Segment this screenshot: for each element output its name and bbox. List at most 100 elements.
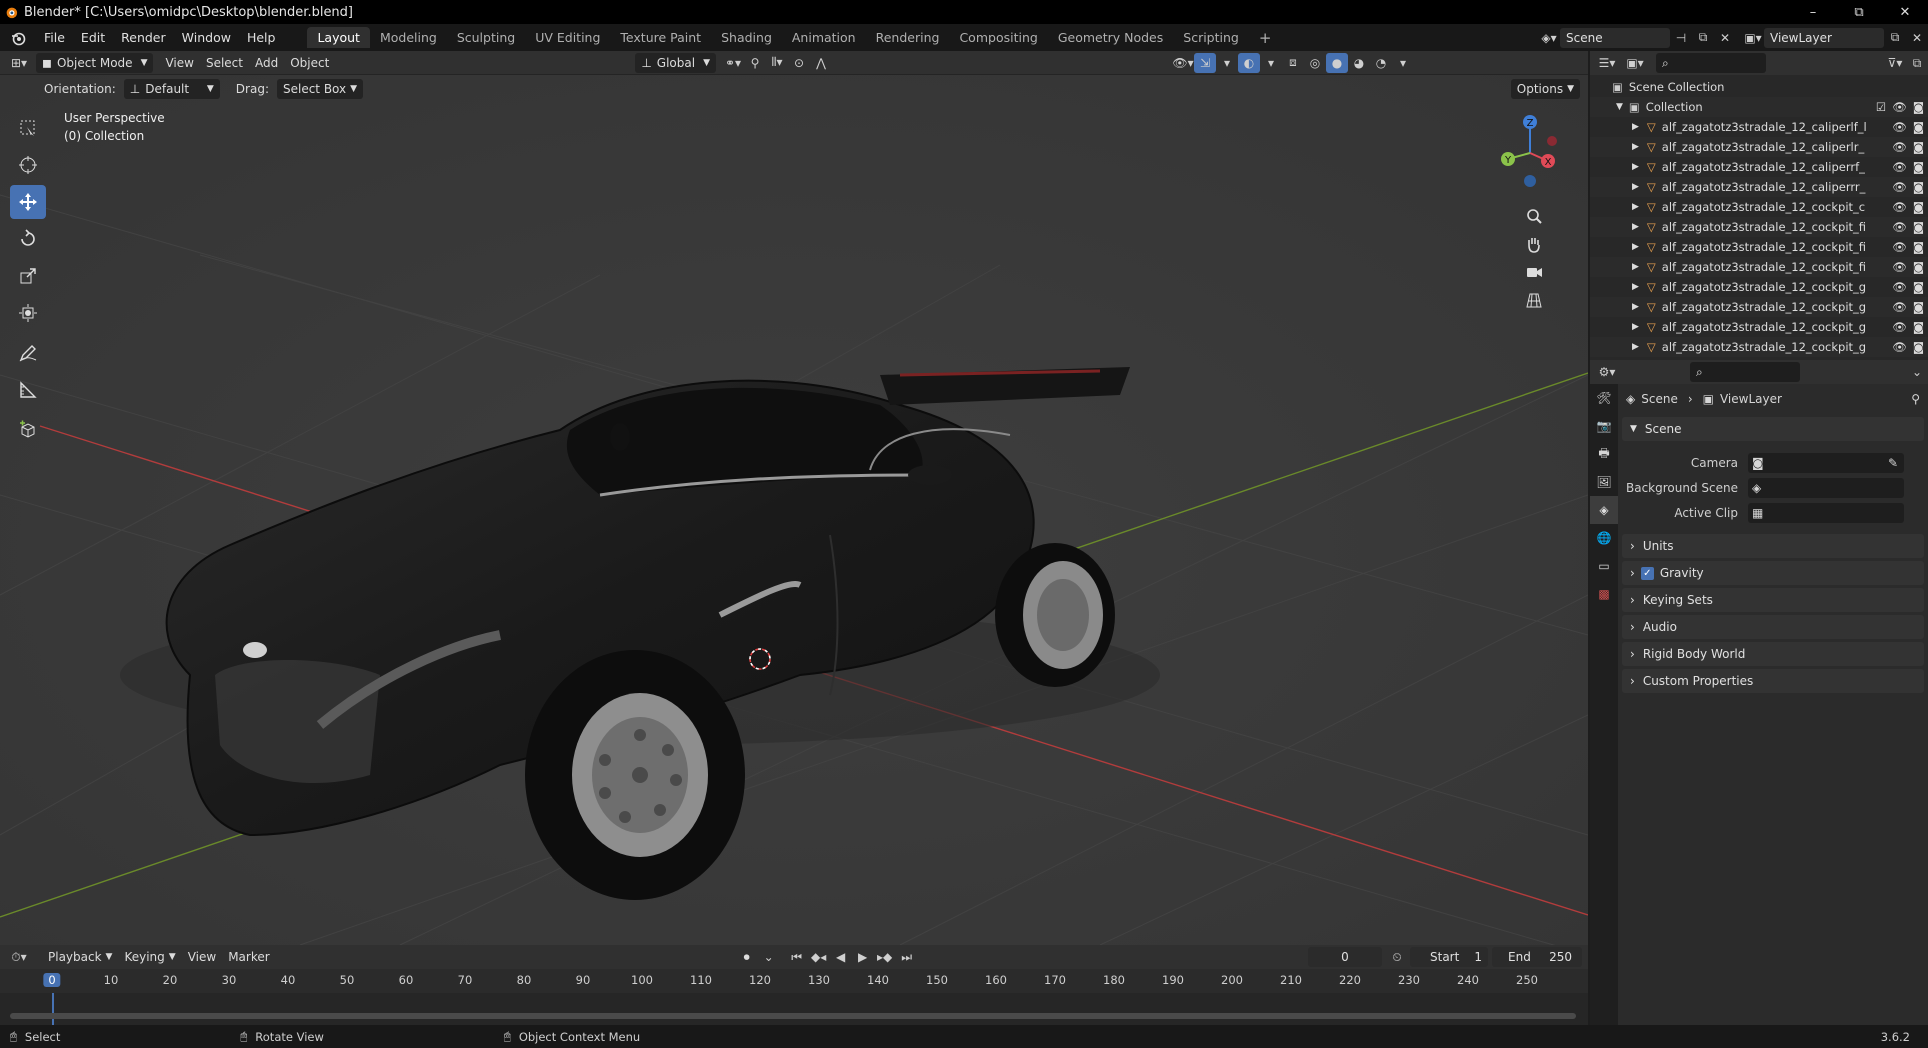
marker-menu[interactable]: Marker (222, 947, 275, 967)
record-icon[interactable]: ⏺ (736, 947, 758, 967)
shading-dropdown-icon[interactable]: ▾ (1392, 53, 1414, 73)
camera-render-icon[interactable]: ◙ (1913, 340, 1924, 354)
view-layer-field[interactable]: ViewLayer (1764, 27, 1884, 48)
rotate-tool[interactable] (10, 222, 46, 256)
gizmo-toggle-icon[interactable]: ⇲ (1193, 52, 1216, 73)
drag-dropdown[interactable]: Select Box ▼ (276, 79, 364, 99)
tab-animation[interactable]: Animation (782, 27, 866, 48)
camera-render-icon[interactable]: ◙ (1913, 280, 1924, 294)
blender-menu-icon[interactable] (10, 30, 26, 46)
menu-file[interactable]: File (36, 30, 73, 45)
scene-collection-row[interactable]: ▣ Scene Collection (1590, 77, 1928, 97)
tab-tool[interactable]: 🛠 (1590, 384, 1618, 412)
outliner-search-input[interactable]: ⌕ (1656, 53, 1766, 73)
orientation-dropdown[interactable]: ⊥ Default ▼ (123, 79, 220, 99)
annotate-tool[interactable] (10, 336, 46, 370)
transform-orientation-dropdown[interactable]: ⊥ Global ▼ (635, 52, 716, 73)
chevron-right-icon[interactable]: ▶ (1632, 282, 1639, 292)
start-frame-field[interactable]: Start 1 (1410, 947, 1488, 967)
snap-icon[interactable]: ⚲ (744, 53, 766, 73)
eye-icon[interactable]: 👁 (1892, 140, 1907, 154)
tab-texture-paint[interactable]: Texture Paint (610, 27, 711, 48)
camera-field[interactable]: ◙ ✎ (1748, 452, 1904, 473)
camera-render-icon[interactable]: ◙ (1913, 100, 1924, 114)
eye-icon[interactable]: 👁 (1892, 180, 1907, 194)
pan-tool[interactable] (1520, 230, 1548, 258)
eye-icon[interactable]: 👁 (1892, 260, 1907, 274)
chevron-right-icon[interactable]: ▶ (1632, 302, 1639, 312)
chevron-right-icon[interactable]: ▶ (1632, 322, 1639, 332)
outliner-object-row[interactable]: ▶ ▽ alf_zagatotz3stradale_12_cockpit_g 👁 ◙ (1590, 277, 1928, 297)
eye-icon[interactable]: 👁 (1892, 300, 1907, 314)
gravity-panel-header[interactable]: › ✓ Gravity (1622, 561, 1924, 585)
chevron-right-icon[interactable]: ▶ (1632, 162, 1639, 172)
gizmo-dropdown-icon[interactable]: ▾ (1216, 53, 1238, 73)
menu-edit[interactable]: Edit (73, 30, 113, 45)
chevron-right-icon[interactable]: ▶ (1632, 182, 1639, 192)
tab-texture[interactable]: ▩ (1590, 580, 1618, 608)
outliner-object-row[interactable]: ▶ ▽ alf_zagatotz3stradale_12_caliperlf_l 👁 ◙ (1590, 117, 1928, 137)
chevron-right-icon[interactable]: ▶ (1632, 202, 1639, 212)
falloff-icon[interactable]: ⋀ (810, 53, 832, 73)
menu-help[interactable]: Help (239, 30, 284, 45)
new-collection-icon[interactable]: ⧉ (1906, 53, 1928, 73)
eyedropper-icon[interactable]: ✎ (1888, 456, 1898, 470)
eye-icon[interactable]: 👁 (1892, 220, 1907, 234)
overlay-toggle-icon[interactable]: ◐ (1237, 52, 1260, 73)
eye-icon[interactable]: 👁 (1892, 280, 1907, 294)
background-scene-field[interactable]: ◈ (1748, 477, 1904, 498)
chevron-right-icon[interactable]: ▶ (1632, 342, 1639, 352)
menu-object[interactable]: Object (284, 53, 335, 73)
outliner-object-row[interactable]: ▶ ▽ alf_zagatotz3stradale_12_cockpit_g 👁 ◙ (1590, 297, 1928, 317)
scene-field[interactable]: Scene (1560, 27, 1670, 48)
tab-scene[interactable]: ◈ (1590, 496, 1618, 524)
view-menu[interactable]: View (182, 947, 222, 967)
outliner-object-row[interactable]: ▶ ▽ alf_zagatotz3stradale_12_cockpit_fi 👁 ◙ (1590, 237, 1928, 257)
jump-keyframe-forward-icon[interactable]: ▸◆ (874, 947, 896, 967)
delete-view-layer-icon[interactable]: ✕ (1906, 28, 1928, 48)
tab-sculpting[interactable]: Sculpting (447, 27, 525, 48)
timeline-scrollbar[interactable] (10, 1013, 1576, 1019)
clock-icon[interactable]: ⏲ (1386, 947, 1408, 967)
tab-render[interactable]: 📷 (1590, 412, 1618, 440)
camera-render-icon[interactable]: ◙ (1913, 120, 1924, 134)
visibility-icon[interactable]: 👁▾ (1172, 53, 1194, 73)
zoom-tool[interactable] (1520, 202, 1548, 230)
camera-render-icon[interactable]: ◙ (1913, 320, 1924, 334)
menu-render[interactable]: Render (113, 30, 174, 45)
view-layer-icon[interactable]: ▣▾ (1742, 28, 1764, 48)
mode-dropdown[interactable]: ◼ Object Mode ▼ (36, 52, 154, 73)
camera-render-icon[interactable]: ◙ (1913, 180, 1924, 194)
properties-options-icon[interactable]: ⌄ (1906, 362, 1928, 382)
jump-keyframe-back-icon[interactable]: ◆◂ (808, 947, 830, 967)
pivot-icon[interactable]: ⚭▾ (722, 53, 744, 73)
display-mode-icon[interactable]: ▣▾ (1624, 53, 1646, 73)
custom-properties-panel-header[interactable]: › Custom Properties (1622, 669, 1924, 693)
restore-button[interactable]: ⧉ (1836, 0, 1882, 24)
menu-select[interactable]: Select (200, 53, 249, 73)
shading-solid-icon[interactable]: ● (1325, 52, 1348, 73)
units-panel-header[interactable]: › Units (1622, 534, 1924, 558)
camera-render-icon[interactable]: ◙ (1913, 240, 1924, 254)
outliner-object-row[interactable]: ▶ ▽ alf_zagatotz3stradale_12_cockpit_g 👁 ◙ (1590, 317, 1928, 337)
camera-render-icon[interactable]: ◙ (1913, 260, 1924, 274)
overlay-dropdown-icon[interactable]: ▾ (1260, 53, 1282, 73)
scale-tool[interactable] (10, 259, 46, 293)
menu-window[interactable]: Window (174, 30, 239, 45)
select-box-tool[interactable] (10, 111, 46, 145)
frame-ruler[interactable]: 0 10 20 30 40 50 60 70 80 90 100 110 120 130 140 150 160… (0, 969, 1588, 993)
chevron-right-icon[interactable]: ▶ (1632, 222, 1639, 232)
camera-render-icon[interactable]: ◙ (1913, 160, 1924, 174)
audio-panel-header[interactable]: › Audio (1622, 615, 1924, 639)
camera-view-tool[interactable] (1520, 258, 1548, 286)
minimize-button[interactable]: – (1790, 0, 1836, 24)
play-icon[interactable]: ▶ (852, 947, 874, 967)
tab-output[interactable]: 🖶 (1590, 440, 1618, 468)
filter-icon[interactable]: ⊽▾ (1884, 53, 1906, 73)
keying-sets-panel-header[interactable]: › Keying Sets (1622, 588, 1924, 612)
3d-viewport[interactable]: Orientation: ⊥ Default ▼ Drag: Select Bo… (0, 75, 1588, 945)
close-button[interactable]: ✕ (1882, 0, 1928, 24)
outliner-object-row[interactable]: ▶ ▽ alf_zagatotz3stradale_12_caliperrf_ 👁 ◙ (1590, 157, 1928, 177)
camera-render-icon[interactable]: ◙ (1913, 300, 1924, 314)
eye-icon[interactable]: 👁 (1892, 200, 1907, 214)
